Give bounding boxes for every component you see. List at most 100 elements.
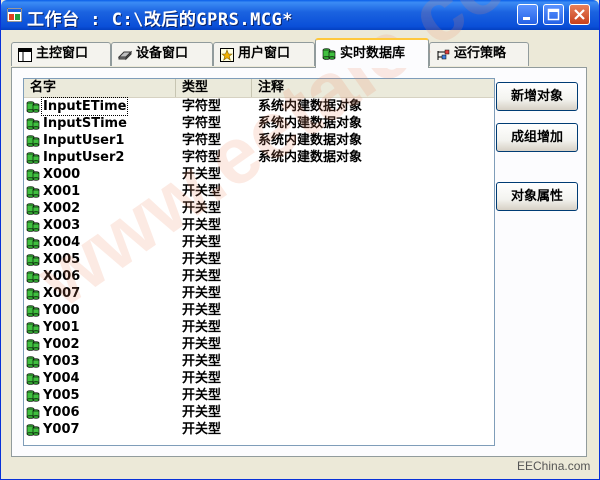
data-object-icon [26, 237, 40, 249]
object-name: Y001 [43, 320, 80, 335]
object-type: 开关型 [182, 235, 222, 250]
maximize-icon [547, 8, 560, 21]
object-properties-button[interactable]: 对象属性 [496, 182, 578, 211]
tab-user-window[interactable]: 用户窗口 [213, 42, 315, 66]
object-name: Y002 [43, 337, 80, 352]
object-note: 系统内建数据对象 [258, 116, 363, 131]
column-header-name[interactable]: 名字 [24, 79, 176, 97]
data-object-icon [26, 118, 40, 130]
object-type: 开关型 [182, 388, 222, 403]
object-type: 字符型 [182, 150, 222, 165]
object-type: 字符型 [182, 99, 222, 114]
object-type: 开关型 [182, 167, 222, 182]
object-type: 开关型 [182, 286, 222, 301]
list-row[interactable]: X003 开关型 [24, 217, 494, 234]
object-type: 开关型 [182, 371, 222, 386]
minimize-icon [523, 17, 530, 20]
tab-label: 实时数据库 [340, 46, 406, 61]
window-title: 工作台 : C:\改后的GPRS.MCG* [27, 10, 294, 30]
object-name: X007 [43, 286, 81, 301]
object-type: 开关型 [182, 269, 222, 284]
list-row[interactable]: X002 开关型 [24, 200, 494, 217]
tab-label: 用户窗口 [238, 46, 291, 61]
object-name: Y000 [43, 303, 80, 318]
data-object-icon [26, 186, 40, 198]
list-row[interactable]: Y004 开关型 [24, 370, 494, 387]
list-row[interactable]: X005 开关型 [24, 251, 494, 268]
data-object-list[interactable]: 名字 类型 注释 InputETime 字符型 系统内建数据对象 InputSTime… [23, 78, 495, 446]
object-type: 开关型 [182, 320, 222, 335]
workbench-window: 工作台 : C:\改后的GPRS.MCG* 主控窗口 设备窗口 用户窗口 实时数… [0, 0, 600, 480]
list-row[interactable]: X006 开关型 [24, 268, 494, 285]
list-header: 名字 类型 注释 [24, 79, 494, 98]
list-row[interactable]: X007 开关型 [24, 285, 494, 302]
list-row[interactable]: Y007 开关型 [24, 421, 494, 438]
list-row[interactable]: X004 开关型 [24, 234, 494, 251]
add-object-button[interactable]: 新增对象 [496, 82, 578, 111]
batch-add-button[interactable]: 成组增加 [496, 123, 578, 152]
list-row[interactable]: InputUser2 字符型 系统内建数据对象 [24, 149, 494, 166]
list-row[interactable]: Y002 开关型 [24, 336, 494, 353]
data-object-icon [26, 407, 40, 419]
list-row[interactable]: InputETime 字符型 系统内建数据对象 [24, 97, 494, 116]
object-type: 开关型 [182, 422, 222, 437]
list-row[interactable]: Y003 开关型 [24, 353, 494, 370]
object-name: Y005 [43, 388, 80, 403]
data-object-icon [26, 152, 40, 164]
object-name: InputETime [40, 97, 129, 116]
list-row[interactable]: InputUser1 字符型 系统内建数据对象 [24, 132, 494, 149]
tab-main-window[interactable]: 主控窗口 [11, 42, 111, 66]
data-object-icon [26, 373, 40, 385]
data-object-icon [26, 135, 40, 147]
tab-label: 设备窗口 [136, 46, 189, 61]
object-name: X005 [43, 252, 81, 267]
object-type: 开关型 [182, 252, 222, 267]
data-object-icon [26, 288, 40, 300]
list-body: InputETime 字符型 系统内建数据对象 InputSTime 字符型 系统内建数据… [24, 97, 494, 438]
app-icon [7, 8, 22, 22]
data-object-icon [26, 254, 40, 266]
list-row[interactable]: Y000 开关型 [24, 302, 494, 319]
user-window-icon [220, 48, 234, 62]
column-header-note[interactable]: 注释 [252, 79, 494, 97]
data-object-icon [26, 356, 40, 368]
list-row[interactable]: InputSTime 字符型 系统内建数据对象 [24, 115, 494, 132]
main-window-icon [18, 48, 32, 62]
column-header-type[interactable]: 类型 [176, 79, 252, 97]
object-name: X004 [43, 235, 81, 250]
object-type: 开关型 [182, 218, 222, 233]
object-name: Y004 [43, 371, 80, 386]
maximize-button[interactable] [543, 4, 564, 25]
minimize-button[interactable] [517, 4, 538, 25]
data-object-icon [26, 424, 40, 436]
tab-device-window[interactable]: 设备窗口 [111, 42, 213, 66]
database-icon [322, 48, 336, 60]
device-icon [118, 50, 132, 61]
footer-watermark: EEChina.com [517, 459, 591, 473]
data-object-icon [26, 101, 40, 113]
data-object-icon [26, 169, 40, 181]
data-object-icon [26, 339, 40, 351]
object-type: 开关型 [182, 405, 222, 420]
list-row[interactable]: Y006 开关型 [24, 404, 494, 421]
list-row[interactable]: Y005 开关型 [24, 387, 494, 404]
data-object-icon [26, 322, 40, 334]
list-row[interactable]: X001 开关型 [24, 183, 494, 200]
object-type: 开关型 [182, 201, 222, 216]
tab-realtime-database[interactable]: 实时数据库 [315, 38, 429, 68]
object-name: Y006 [43, 405, 80, 420]
tab-run-strategy[interactable]: 运行策略 [429, 42, 529, 66]
strategy-icon [437, 49, 450, 60]
object-type: 开关型 [182, 303, 222, 318]
object-type: 开关型 [182, 184, 222, 199]
list-row[interactable]: X000 开关型 [24, 166, 494, 183]
data-object-icon [26, 203, 40, 215]
tab-label: 主控窗口 [36, 46, 89, 61]
data-object-icon [26, 305, 40, 317]
object-type: 开关型 [182, 354, 222, 369]
object-note: 系统内建数据对象 [258, 133, 363, 148]
list-row[interactable]: Y001 开关型 [24, 319, 494, 336]
object-type: 字符型 [182, 133, 222, 148]
title-bar[interactable]: 工作台 : C:\改后的GPRS.MCG* [1, 0, 599, 30]
close-button[interactable] [569, 4, 590, 25]
